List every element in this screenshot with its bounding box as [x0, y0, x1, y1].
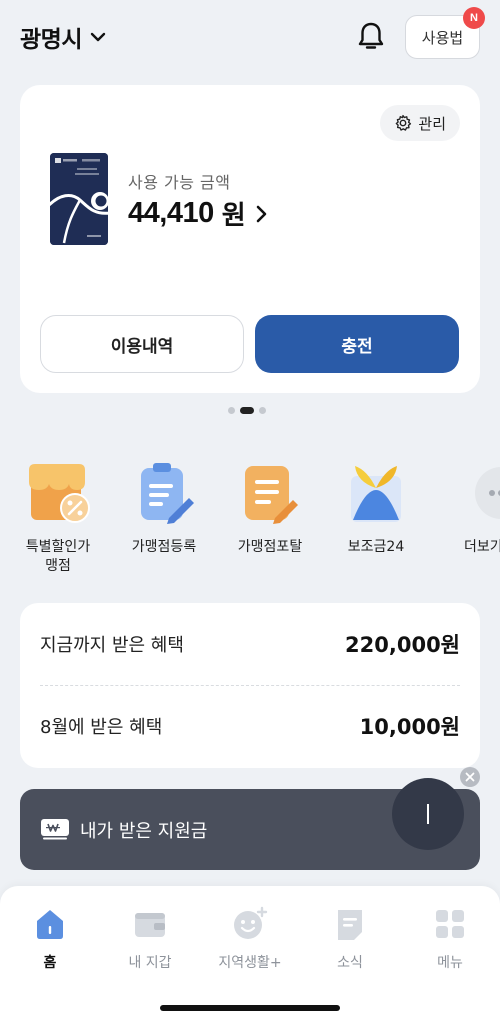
tab-local-life[interactable]: 지역생활+	[200, 906, 300, 972]
fab-bar-icon	[427, 804, 429, 824]
more-icon	[475, 467, 500, 519]
shortcut-label: 보조금24	[347, 539, 405, 555]
wallet-icon	[135, 913, 165, 937]
tab-label: 지역생활+	[218, 955, 282, 971]
shortcut-label: 가맹점포탈	[237, 539, 303, 555]
home-indicator	[160, 1005, 340, 1011]
balance-link[interactable]: 44,410 원	[128, 195, 270, 232]
clipboard-pen-icon	[141, 463, 194, 524]
city-selector[interactable]: 광명시	[20, 20, 108, 54]
bell-icon[interactable]	[356, 20, 386, 52]
pager-dot	[228, 407, 235, 414]
smile-plus-icon	[234, 906, 268, 939]
balance-label: 사용 가능 금액	[128, 173, 231, 192]
shortcut-row: 특별할인가 맹점 가맹점등록 가맹점포탈 보조금24 더보기	[0, 460, 500, 580]
bottom-tab-bar: 홈 내 지갑 지역생활+ 소식 메뉴	[0, 886, 500, 1022]
history-button[interactable]: 이용내역	[40, 315, 244, 373]
benefit-month-row[interactable]: 8월에 받은 혜택 10,000원	[40, 711, 460, 741]
header: 광명시 사용법 N	[0, 0, 500, 72]
chevron-down-icon	[90, 32, 106, 42]
grid-menu-icon	[436, 910, 464, 938]
shortcut-merchant-portal[interactable]: 가맹점포탈	[220, 460, 320, 557]
money-icon	[41, 819, 69, 840]
document-pen-icon	[245, 466, 298, 524]
balance-unit: 원	[221, 201, 246, 231]
gear-icon	[396, 114, 412, 131]
tab-label: 내 지갑	[128, 955, 172, 971]
shortcut-subsidy24[interactable]: 보조금24	[326, 460, 426, 557]
pager-dot	[259, 407, 266, 414]
gift-card-image[interactable]	[50, 153, 108, 245]
city-name: 광명시	[20, 27, 82, 53]
shortcut-special-discount[interactable]: 특별할인가 맹점	[8, 460, 108, 576]
benefit-total-row[interactable]: 지금까지 받은 혜택 220,000원	[40, 629, 460, 659]
tab-label: 메뉴	[437, 955, 463, 971]
benefit-month-value: 10,000원	[359, 715, 460, 739]
tab-news[interactable]: 소식	[300, 906, 400, 972]
divider	[40, 685, 460, 686]
shortcut-label: 더보기	[464, 539, 500, 555]
card-art	[50, 153, 108, 245]
close-x-glyph	[465, 772, 475, 782]
charge-button[interactable]: 충전	[255, 315, 459, 373]
news-icon	[338, 910, 362, 940]
benefit-month-label: 8월에 받은 혜택	[40, 717, 163, 738]
close-icon[interactable]	[460, 767, 480, 787]
floating-action-button[interactable]	[392, 778, 464, 850]
balance-amount: 44,410	[128, 197, 214, 229]
store-discount-icon	[29, 464, 90, 523]
shortcut-merchant-register[interactable]: 가맹점등록	[114, 460, 214, 557]
tab-menu[interactable]: 메뉴	[400, 906, 500, 972]
pager-dot-active	[240, 407, 254, 414]
tab-wallet[interactable]: 내 지갑	[100, 906, 200, 972]
banner-text: 내가 받은 지원금	[80, 821, 208, 842]
tab-label: 홈	[43, 955, 57, 971]
carousel-pager[interactable]	[228, 407, 266, 414]
home-icon	[37, 910, 63, 939]
shortcut-more[interactable]: 더보기	[432, 460, 500, 557]
tab-home[interactable]: 홈	[0, 906, 100, 972]
benefit-total-label: 지금까지 받은 혜택	[40, 635, 184, 656]
shortcut-label: 가맹점등록	[131, 539, 197, 555]
benefit-total-value: 220,000원	[345, 633, 460, 657]
gift-box-icon	[351, 466, 401, 522]
benefits-card: 지금까지 받은 혜택 220,000원 8월에 받은 혜택 10,000원	[20, 603, 480, 768]
manage-label: 관리	[418, 114, 446, 133]
manage-button[interactable]: 관리	[380, 105, 460, 141]
balance-card: 관리 사용 가능 금액 44,410 원 이용내역 충전	[20, 85, 480, 393]
shortcut-label: 특별할인가 맹점	[25, 539, 91, 574]
new-badge: N	[463, 7, 485, 29]
chevron-right-icon	[256, 205, 266, 222]
tab-label: 소식	[337, 955, 363, 971]
